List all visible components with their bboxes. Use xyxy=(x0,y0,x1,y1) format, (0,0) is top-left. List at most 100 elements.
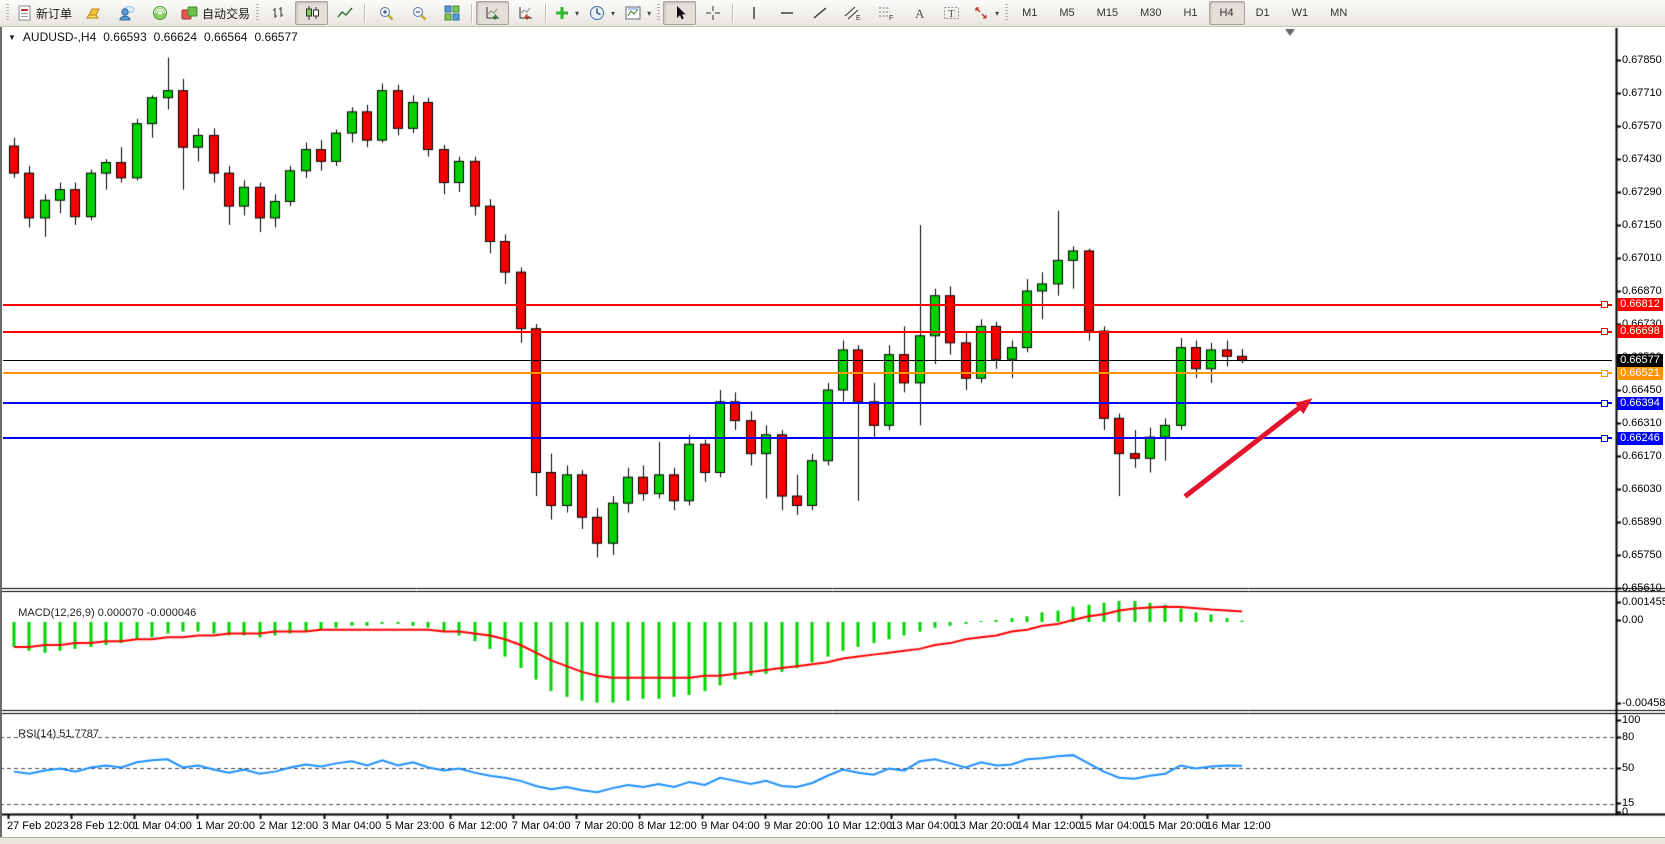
price-axis-tick: 0.67570 xyxy=(1622,120,1662,132)
signals-icon xyxy=(152,5,168,21)
text-label-button[interactable]: T xyxy=(935,1,968,25)
bar-chart-icon xyxy=(271,5,287,21)
timeframe-m30-button-label: M30 xyxy=(1134,7,1167,19)
ohlc-open: 0.66593 xyxy=(103,30,146,44)
crosshair-button[interactable] xyxy=(696,1,729,25)
time-axis-label: 27 Feb 2023 xyxy=(7,820,69,832)
text-button[interactable]: A xyxy=(902,1,935,25)
timeframe-m30-button[interactable]: M30 xyxy=(1129,1,1172,25)
text-label-icon: T xyxy=(943,5,960,21)
mt4-terminal: 新订单自动交易▾▾▾EFAT▾M1M5M15M30H1H4D1W1MN 1 ▼ … xyxy=(0,0,1665,844)
toolbar-grip xyxy=(6,4,9,22)
timeframe-w1-button[interactable]: W1 xyxy=(1281,1,1320,25)
tile-windows-icon xyxy=(444,5,460,21)
macd-axis-label: -0.004585 xyxy=(1622,697,1665,709)
time-axis-label: 7 Mar 20:00 xyxy=(575,820,634,832)
indicators-button[interactable]: ▾ xyxy=(550,1,584,25)
market-icon xyxy=(85,5,102,21)
fibonacci-button[interactable]: F xyxy=(869,1,902,25)
signals-button[interactable] xyxy=(143,1,176,25)
timeframe-m1-button[interactable]: M1 xyxy=(1011,1,1048,25)
trendline-button[interactable] xyxy=(803,1,836,25)
dropdown-caret-icon[interactable]: ▾ xyxy=(995,9,999,18)
price-axis-tick: 0.67850 xyxy=(1622,54,1662,66)
line-chart-button[interactable] xyxy=(328,1,361,25)
support-line-1-price-tag: 0.66394 xyxy=(1617,397,1663,410)
horizontal-line-button[interactable] xyxy=(770,1,803,25)
cursor-button[interactable] xyxy=(663,1,696,25)
time-axis-label: 10 Mar 12:00 xyxy=(827,820,892,832)
timeframe-m1-button-label: M1 xyxy=(1016,7,1043,19)
main-toolbar: 新订单 自动交易 ▾ ▾ ▾ EFAT ▾ M1 M5 M15 M30 H1 H4D1W1 MN xyxy=(0,0,1665,27)
community-button[interactable] xyxy=(110,1,143,25)
new-order-button-label: 新订单 xyxy=(36,5,72,22)
chart-shift-button[interactable] xyxy=(509,1,542,25)
tile-windows-button[interactable] xyxy=(435,1,468,25)
periods-button[interactable]: ▾ xyxy=(584,1,620,25)
support-line-1-handle[interactable] xyxy=(1601,400,1608,407)
templates-button[interactable]: ▾ xyxy=(620,1,656,25)
new-order-button[interactable]: 新订单 xyxy=(12,1,77,25)
cursor-icon xyxy=(673,5,687,21)
timeframe-h4-button[interactable]: H4 xyxy=(1209,1,1245,25)
price-axis-tick: 0.66870 xyxy=(1622,285,1662,297)
resistance-line-2-handle[interactable] xyxy=(1601,328,1608,335)
price-axis-tick: 0.67290 xyxy=(1622,186,1662,198)
market-button[interactable] xyxy=(77,1,110,25)
crosshair-icon xyxy=(705,5,721,21)
dropdown-caret-icon[interactable]: ▾ xyxy=(575,9,579,18)
timeframe-m15-button-label: M15 xyxy=(1091,7,1124,19)
time-axis-label: 5 Mar 23:00 xyxy=(386,820,445,832)
line-chart-icon xyxy=(337,5,353,21)
support-line-1[interactable] xyxy=(3,402,1612,404)
chart-symbol-period: AUDUSD-,H4 xyxy=(23,30,96,44)
zoom-in-button[interactable] xyxy=(369,1,402,25)
equidistant-channel-button[interactable]: E xyxy=(836,1,869,25)
time-axis-label: 15 Mar 20:00 xyxy=(1143,820,1208,832)
dropdown-caret-icon[interactable]: ▾ xyxy=(647,9,651,18)
auto-scroll-button[interactable] xyxy=(476,1,509,25)
templates-icon xyxy=(625,5,641,21)
candlestick-chart-button[interactable] xyxy=(295,1,328,25)
toolbar-grip xyxy=(657,4,660,22)
resistance-line-1-price-tag: 0.66812 xyxy=(1617,298,1663,311)
timeframe-d1-button[interactable]: D1 xyxy=(1245,1,1281,25)
bar-chart-button[interactable] xyxy=(262,1,295,25)
timeframe-h1-button-label: H1 xyxy=(1177,7,1203,19)
support-line-2[interactable] xyxy=(3,437,1612,439)
timeframe-h1-button[interactable]: H1 xyxy=(1172,1,1208,25)
macd-axis-label: 0.00 xyxy=(1622,614,1643,626)
current-price-line[interactable] xyxy=(3,360,1612,361)
price-axis-tick: 0.66170 xyxy=(1622,450,1662,462)
rsi-indicator-label: RSI(14) 51.7787 xyxy=(6,716,99,752)
timeframe-m15-button[interactable]: M15 xyxy=(1086,1,1129,25)
resistance-line-2[interactable] xyxy=(3,331,1612,333)
resistance-line-2-price-tag: 0.66698 xyxy=(1617,325,1663,338)
pivot-line[interactable] xyxy=(3,372,1612,374)
dropdown-caret-icon[interactable]: ▾ xyxy=(611,9,615,18)
timeframe-mn-button-label: MN xyxy=(1324,7,1353,19)
autotrading-button[interactable]: 自动交易 xyxy=(176,1,255,25)
arrows-button[interactable]: ▾ xyxy=(968,1,1004,25)
timeframe-m5-button[interactable]: M5 xyxy=(1048,1,1085,25)
timeframe-mn-button[interactable]: MN xyxy=(1319,1,1358,25)
horizontal-line-icon xyxy=(779,5,795,21)
support-line-2-price-tag: 0.66246 xyxy=(1617,432,1663,445)
timeframe-m5-button-label: M5 xyxy=(1053,7,1080,19)
symbol-dropdown-icon[interactable]: ▼ xyxy=(8,33,16,42)
pivot-line-handle[interactable] xyxy=(1601,370,1608,377)
support-line-2-handle[interactable] xyxy=(1601,435,1608,442)
vertical-line-button[interactable] xyxy=(737,1,770,25)
resistance-line-1[interactable] xyxy=(3,304,1612,306)
zoom-out-button[interactable] xyxy=(402,1,435,25)
resistance-line-1-handle[interactable] xyxy=(1601,301,1608,308)
rsi-axis-label: 50 xyxy=(1622,762,1634,774)
price-axis-tick: 0.66030 xyxy=(1622,483,1662,495)
time-axis-label: 2 Mar 12:00 xyxy=(259,820,318,832)
current-price-line-price-tag: 0.66577 xyxy=(1617,354,1663,367)
toolbar-separator xyxy=(364,4,366,23)
chart-canvas[interactable] xyxy=(0,0,1665,844)
fibonacci-icon: F xyxy=(877,5,895,21)
price-axis-tick: 0.67430 xyxy=(1622,153,1662,165)
community-icon xyxy=(118,5,135,21)
